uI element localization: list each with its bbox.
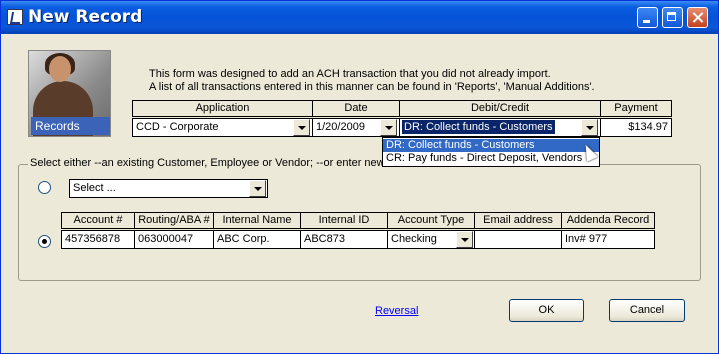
- close-icon[interactable]: [687, 7, 708, 28]
- header-internal-name: Internal Name: [213, 212, 301, 229]
- new-record-window: New Record Records This form was designe…: [0, 0, 719, 354]
- header-date: Date: [312, 100, 400, 117]
- header-routing: Routing/ABA #: [134, 212, 214, 229]
- info-line-1: This form was designed to add an ACH tra…: [149, 68, 551, 80]
- records-logo: Records: [28, 50, 111, 137]
- option-debit[interactable]: DR: Collect funds - Customers: [383, 139, 599, 152]
- header-addenda: Addenda Record: [561, 212, 655, 229]
- debit-credit-select[interactable]: DR: Collect funds - Customers: [399, 118, 601, 137]
- header-account: Account #: [61, 212, 135, 229]
- app-icon: [7, 9, 23, 25]
- email-field[interactable]: [474, 230, 562, 249]
- header-application: Application: [132, 100, 313, 117]
- addenda-field[interactable]: Inv# 977: [561, 230, 655, 249]
- info-line-2: A list of all transactions entered in th…: [149, 81, 595, 93]
- debit-credit-options-list[interactable]: DR: Collect funds - Customers CR: Pay fu…: [382, 137, 600, 167]
- group-title: Select either --an existing Customer, Em…: [28, 157, 408, 169]
- account-type-dropdown-icon[interactable]: [456, 231, 473, 248]
- radio-existing[interactable]: [38, 181, 51, 194]
- header-debit-credit: Debit/Credit: [399, 100, 601, 117]
- header-payment: Payment: [600, 100, 672, 117]
- maximize-icon[interactable]: [662, 7, 683, 28]
- application-select[interactable]: CCD - Corporate: [132, 118, 313, 137]
- debit-credit-dropdown-icon[interactable]: [581, 119, 598, 136]
- reversal-link[interactable]: Reversal: [375, 305, 418, 317]
- ok-button[interactable]: OK: [509, 299, 584, 322]
- existing-dropdown-icon[interactable]: [249, 180, 266, 197]
- title-bar[interactable]: New Record: [1, 1, 718, 34]
- internal-id-field[interactable]: ABC873: [300, 230, 388, 249]
- date-dropdown-icon[interactable]: [380, 119, 397, 136]
- header-account-type: Account Type: [387, 212, 475, 229]
- logo-label: Records: [31, 117, 110, 135]
- existing-select[interactable]: Select ...: [69, 179, 268, 198]
- minimize-icon[interactable]: [637, 7, 658, 28]
- cancel-button[interactable]: Cancel: [609, 299, 685, 322]
- option-credit[interactable]: CR: Pay funds - Direct Deposit, Vendors: [383, 152, 599, 165]
- account-number-field[interactable]: 457356878: [61, 230, 135, 249]
- radio-new-info[interactable]: [38, 235, 51, 248]
- window-title: New Record: [28, 7, 143, 27]
- header-email: Email address: [474, 212, 562, 229]
- internal-name-field[interactable]: ABC Corp.: [213, 230, 301, 249]
- application-dropdown-icon[interactable]: [293, 119, 310, 136]
- header-internal-id: Internal ID: [300, 212, 388, 229]
- payment-field[interactable]: $134.97: [600, 118, 672, 137]
- routing-field[interactable]: 063000047: [134, 230, 214, 249]
